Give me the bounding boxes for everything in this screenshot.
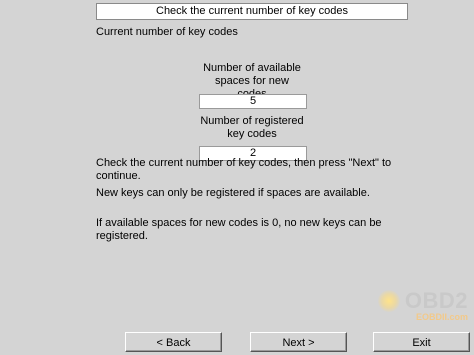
registered-codes-label-line1: Number of registered (200, 115, 304, 127)
instruction-text-line1: Check the current number of key codes, t… (96, 157, 392, 169)
zero-spaces-note-line1: If available spaces for new codes is 0, … (96, 217, 382, 229)
available-spaces-label-line1: Number of available (203, 62, 301, 74)
next-button[interactable]: Next > (250, 332, 347, 352)
watermark-glow-icon (378, 290, 400, 312)
section-heading: Current number of key codes (96, 26, 238, 38)
zero-spaces-note: If available spaces for new codes is 0, … (96, 217, 396, 243)
registered-codes-label: Number of registered key codes (199, 115, 305, 141)
instruction-text-line2: continue. (96, 170, 141, 182)
registered-codes-label-line2: key codes (227, 128, 277, 140)
spaces-note: New keys can only be registered if space… (96, 187, 370, 199)
instruction-text: Check the current number of key codes, t… (96, 157, 396, 183)
available-spaces-value: 5 (199, 94, 307, 109)
watermark-logo: OBD2 EOBDII.com (378, 288, 472, 332)
page-title: Check the current number of key codes (96, 3, 408, 20)
watermark-subtext: EOBDII.com (415, 312, 468, 322)
back-button[interactable]: < Back (125, 332, 222, 352)
exit-button[interactable]: Exit (373, 332, 470, 352)
watermark-text: OBD2 (404, 288, 468, 313)
zero-spaces-note-line2: registered. (96, 230, 148, 242)
